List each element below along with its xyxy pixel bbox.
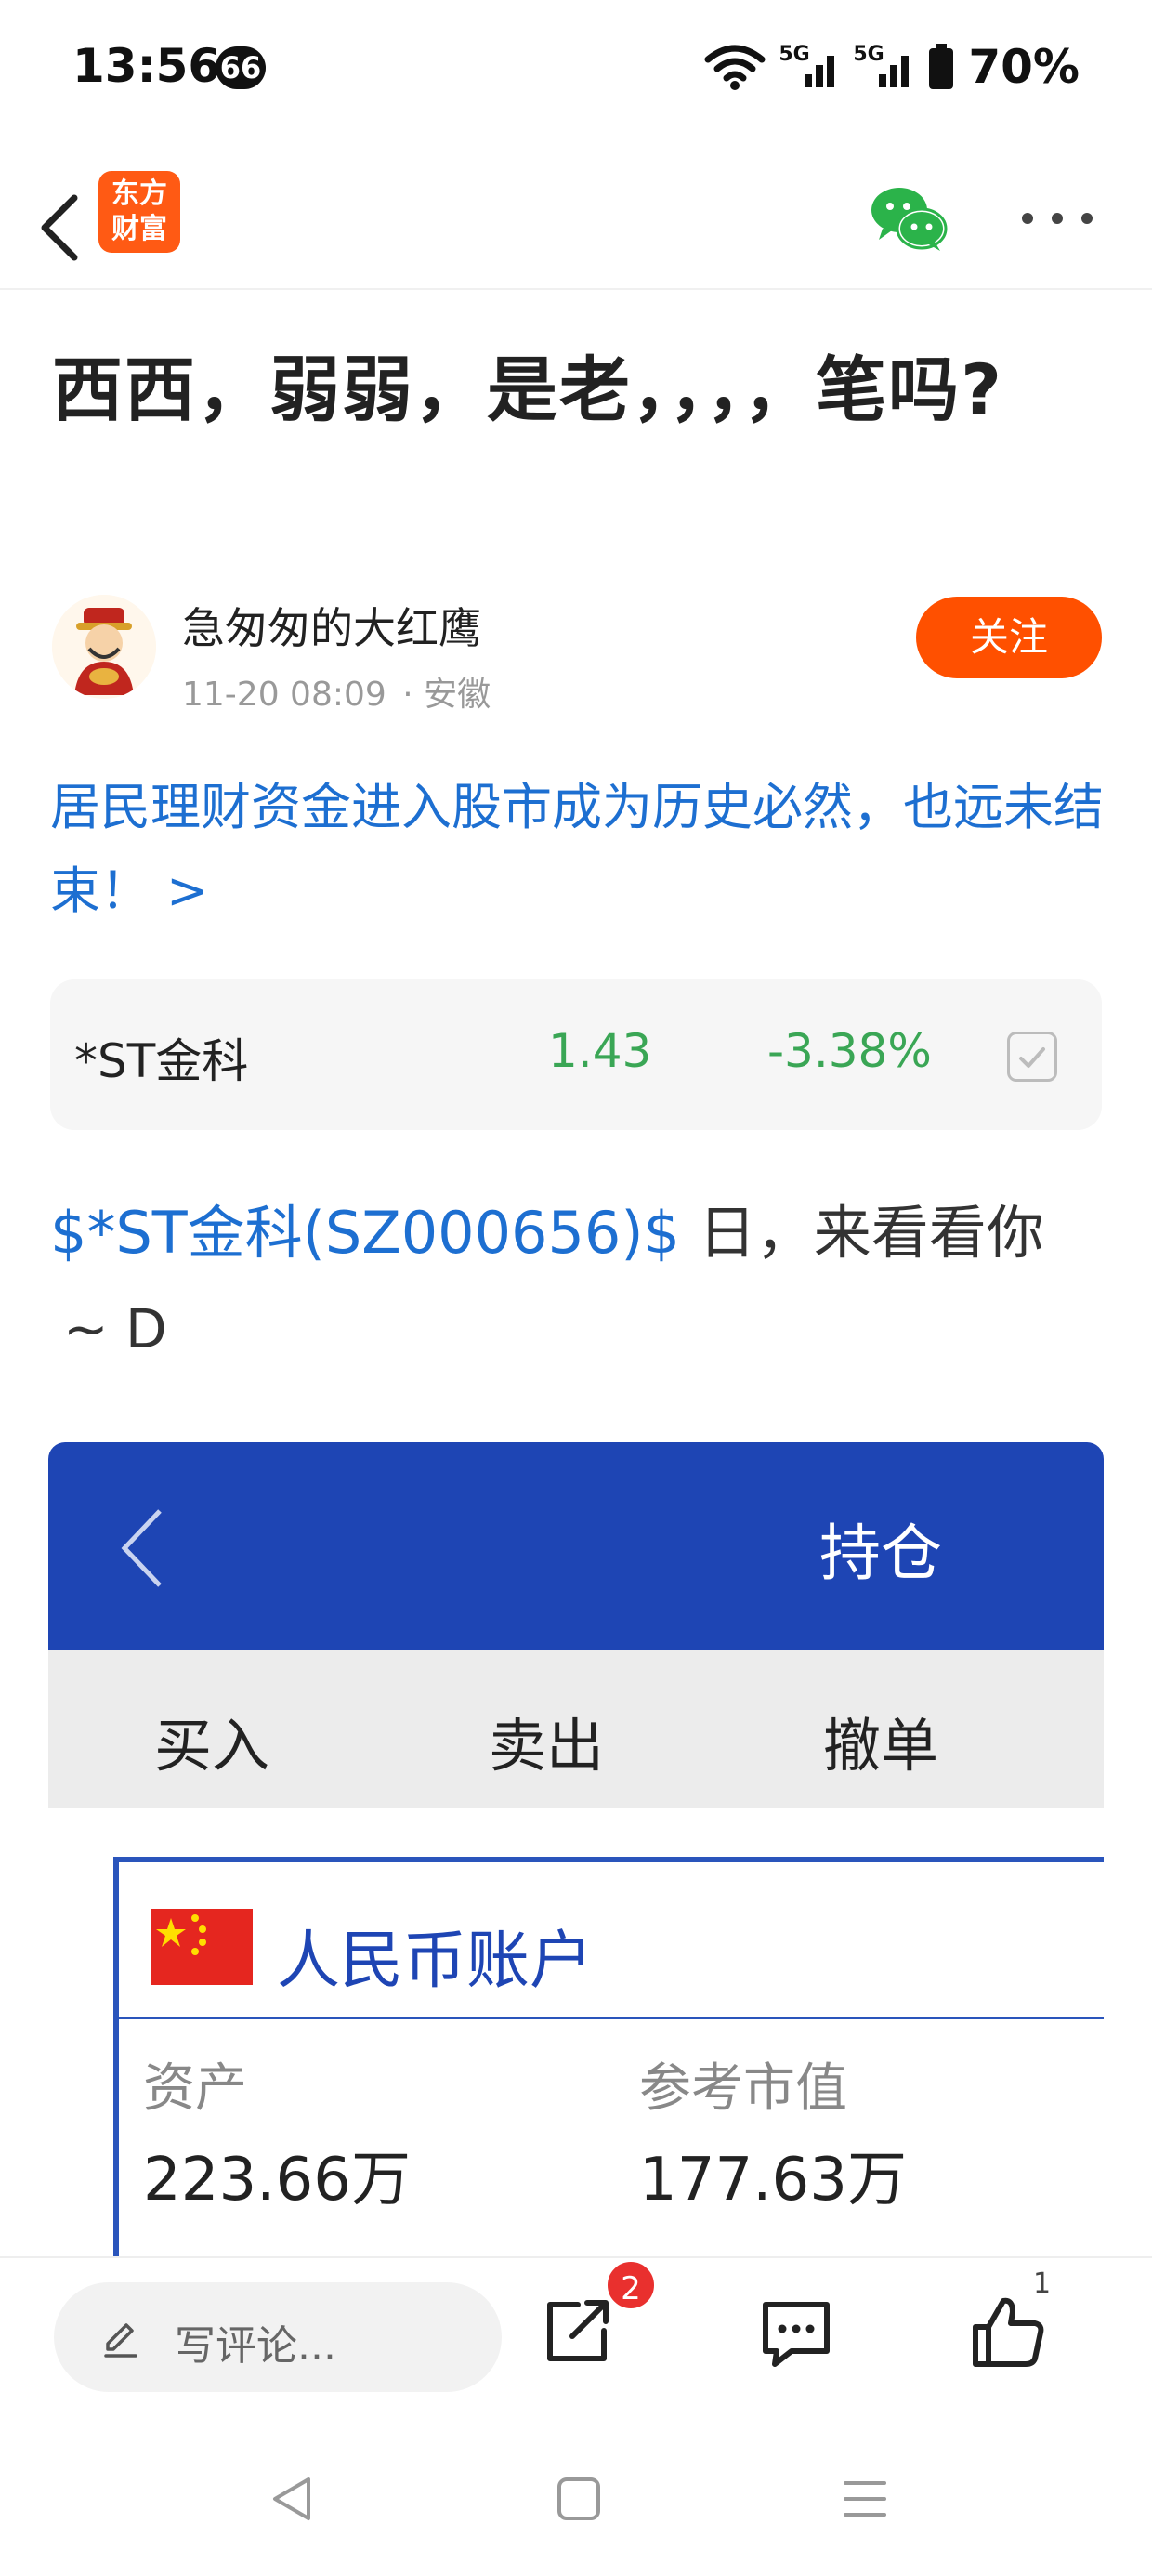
china-flag-icon bbox=[151, 1909, 253, 1985]
stock-change: -3.38% bbox=[767, 1024, 932, 1078]
logo-line-1: 东方 bbox=[111, 177, 167, 210]
embedded-tab-buy: 买入 bbox=[154, 1712, 270, 1780]
market-value-label: 参考市值 bbox=[639, 2058, 847, 2119]
bottom-action-bar: 写评论... 2 1 bbox=[0, 2256, 1152, 2396]
like-button[interactable] bbox=[966, 2290, 1050, 2373]
battery-icon bbox=[929, 44, 954, 89]
signal-1-icon: 5G bbox=[779, 43, 840, 91]
menu-lines-icon bbox=[844, 2481, 886, 2517]
post-body-line-1: $*ST金科(SZ000656)$ 日，来看看你 bbox=[50, 1191, 1109, 1275]
nav-menu-button[interactable] bbox=[832, 2466, 897, 2531]
stock-quote-card[interactable]: *ST金科 1.43 -3.38% bbox=[50, 979, 1102, 1130]
follow-button[interactable]: 关注 bbox=[916, 597, 1102, 678]
comment-input[interactable]: 写评论... bbox=[54, 2282, 502, 2392]
embedded-back-icon bbox=[121, 1509, 162, 1587]
embedded-header: 持仓 bbox=[48, 1442, 1104, 1650]
comments-button[interactable] bbox=[754, 2290, 838, 2373]
author-avatar[interactable] bbox=[52, 595, 156, 699]
back-button[interactable] bbox=[26, 186, 91, 269]
more-icon-dot bbox=[1081, 213, 1093, 224]
headline-link[interactable]: 居民理财资金进入股市成为历史必然，也远未结束！ > bbox=[50, 766, 1109, 933]
share-count-badge: 2 bbox=[604, 2258, 658, 2312]
add-watchlist-checkbox[interactable] bbox=[1007, 1032, 1057, 1082]
avatar-illustration-icon bbox=[52, 595, 156, 699]
more-icon-dot bbox=[1022, 213, 1033, 224]
embedded-screenshot-image[interactable]: 持仓 买入 卖出 撤单 人民币账户 资产 223.66万 参考市值 177.63… bbox=[48, 1442, 1104, 2260]
app-logo[interactable]: 东方 财富 bbox=[98, 171, 180, 253]
battery-percent: 70% bbox=[968, 40, 1080, 94]
stock-name: *ST金科 bbox=[74, 1034, 249, 1088]
share-button[interactable] bbox=[535, 2290, 619, 2373]
post-body-line-2: ~ D bbox=[63, 1297, 167, 1360]
signal-2-icon: 5G bbox=[853, 43, 914, 91]
like-count: 1 bbox=[1033, 2267, 1052, 2300]
system-nav-bar bbox=[0, 2416, 1152, 2576]
nav-back-button[interactable] bbox=[260, 2466, 325, 2531]
status-bar: 13:56 66 5G 5G 70% bbox=[0, 0, 1152, 139]
post-meta: 11-20 08:09 · 安徽 bbox=[182, 667, 496, 716]
network-type-2: 5G bbox=[853, 43, 884, 66]
pen-icon bbox=[104, 2323, 137, 2358]
embedded-title: 持仓 bbox=[819, 1518, 942, 1589]
square-home-icon bbox=[557, 2477, 600, 2520]
comment-placeholder: 写评论... bbox=[175, 2322, 336, 2370]
notification-count-badge: 66 bbox=[216, 46, 266, 89]
wechat-share-button[interactable] bbox=[870, 182, 949, 256]
status-time: 13:56 bbox=[72, 39, 221, 93]
assets-label: 资产 bbox=[143, 2058, 247, 2119]
post-time: 11-20 08:09 bbox=[182, 676, 386, 714]
comment-icon bbox=[763, 2302, 830, 2367]
embedded-tab-cancel: 撤单 bbox=[823, 1712, 939, 1780]
market-value-value: 177.63万 bbox=[639, 2146, 907, 2215]
check-icon bbox=[1019, 1047, 1045, 1068]
account-title: 人民币账户 bbox=[277, 1925, 594, 1998]
thumbs-up-icon bbox=[973, 2297, 1044, 2367]
assets-value: 223.66万 bbox=[143, 2146, 411, 2215]
account-divider bbox=[119, 2017, 1104, 2019]
triangle-back-icon bbox=[273, 2477, 310, 2520]
network-type-1: 5G bbox=[779, 43, 810, 66]
stock-mention-link[interactable]: $*ST金科(SZ000656)$ bbox=[50, 1199, 680, 1267]
back-icon bbox=[41, 194, 78, 261]
embedded-tabs: 买入 卖出 撤单 bbox=[48, 1650, 1104, 1808]
more-options-button[interactable] bbox=[1022, 195, 1093, 242]
stock-price: 1.43 bbox=[548, 1024, 652, 1078]
post-location: · 安徽 bbox=[402, 676, 491, 714]
author-name[interactable]: 急匆匆的大红鹰 bbox=[182, 595, 481, 656]
wechat-icon bbox=[871, 188, 948, 251]
post-body-text: 日，来看看你 bbox=[680, 1199, 1044, 1267]
nav-home-button[interactable] bbox=[546, 2466, 611, 2531]
app-header: 东方 财富 bbox=[0, 158, 1152, 290]
share-icon bbox=[547, 2300, 609, 2361]
more-icon-dot bbox=[1052, 213, 1063, 224]
embedded-account-panel: 人民币账户 资产 223.66万 参考市值 177.63万 bbox=[113, 1857, 1104, 2260]
wifi-icon bbox=[704, 45, 766, 90]
status-indicators: 5G 5G 70% bbox=[704, 39, 1080, 95]
post-title: 西西，弱弱，是老，，，，笔吗? bbox=[52, 348, 1004, 431]
embedded-tab-sell: 卖出 bbox=[489, 1712, 605, 1780]
logo-line-2: 财富 bbox=[111, 213, 167, 245]
